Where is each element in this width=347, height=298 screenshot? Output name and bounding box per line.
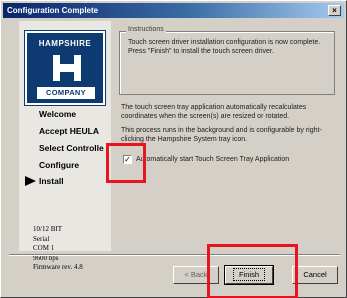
- current-step-arrow-icon: [25, 176, 36, 186]
- logo-h-mark: [53, 55, 81, 81]
- hampshire-logo: HAMPSHIRE COMPANY: [24, 30, 106, 106]
- logo-bottom-text: COMPANY: [37, 87, 95, 99]
- step-install-label: Install: [39, 176, 64, 186]
- title-bar[interactable]: Configuration Complete ×: [3, 3, 344, 18]
- close-icon: ×: [332, 6, 337, 15]
- step-select-controller: Select Controlle: [39, 143, 104, 153]
- step-welcome: Welcome: [39, 109, 77, 119]
- controller-specs: 10/12 BIT Serial COM 1 9600 bps Firmware…: [33, 225, 83, 273]
- step-install: Install: [25, 176, 64, 186]
- tray-info-text: The touch screen tray application automa…: [121, 104, 307, 120]
- finish-highlight-box: [207, 244, 298, 298]
- step-configure: Configure: [39, 160, 80, 170]
- window-title: Configuration Complete: [7, 6, 99, 15]
- tray-config-text: This process runs in the background and …: [121, 127, 322, 143]
- spec-interface: Serial: [33, 234, 50, 243]
- instructions-text: Touch screen driver installation configu…: [128, 39, 321, 55]
- cancel-button[interactable]: Cancel: [292, 266, 338, 284]
- spec-port: COM 1: [33, 244, 55, 252]
- wizard-sidebar: HAMPSHIRE COMPANY Welcome Accept HEULA S…: [19, 21, 111, 271]
- logo-top-text: HAMPSHIRE: [38, 39, 92, 48]
- wizard-content: Instructions Touch screen driver install…: [111, 21, 341, 251]
- close-button[interactable]: ×: [328, 5, 341, 16]
- configuration-complete-dialog: Configuration Complete × HAMPSHIRE COMPA…: [0, 0, 347, 298]
- autostart-option[interactable]: ✓ Automatically start Touch Screen Tray …: [123, 155, 289, 164]
- spec-firmware: Firmware rev. 4.8: [33, 263, 83, 271]
- step-accept-heula: Accept HEULA: [39, 126, 99, 136]
- autostart-label[interactable]: Automatically start Touch Screen Tray Ap…: [136, 156, 289, 163]
- spec-bits: 10/12 BIT: [33, 225, 62, 233]
- instructions-groupbox: Instructions Touch screen driver install…: [119, 26, 335, 95]
- checkbox-highlight-box: [106, 143, 146, 183]
- instructions-legend: Instructions: [126, 26, 166, 33]
